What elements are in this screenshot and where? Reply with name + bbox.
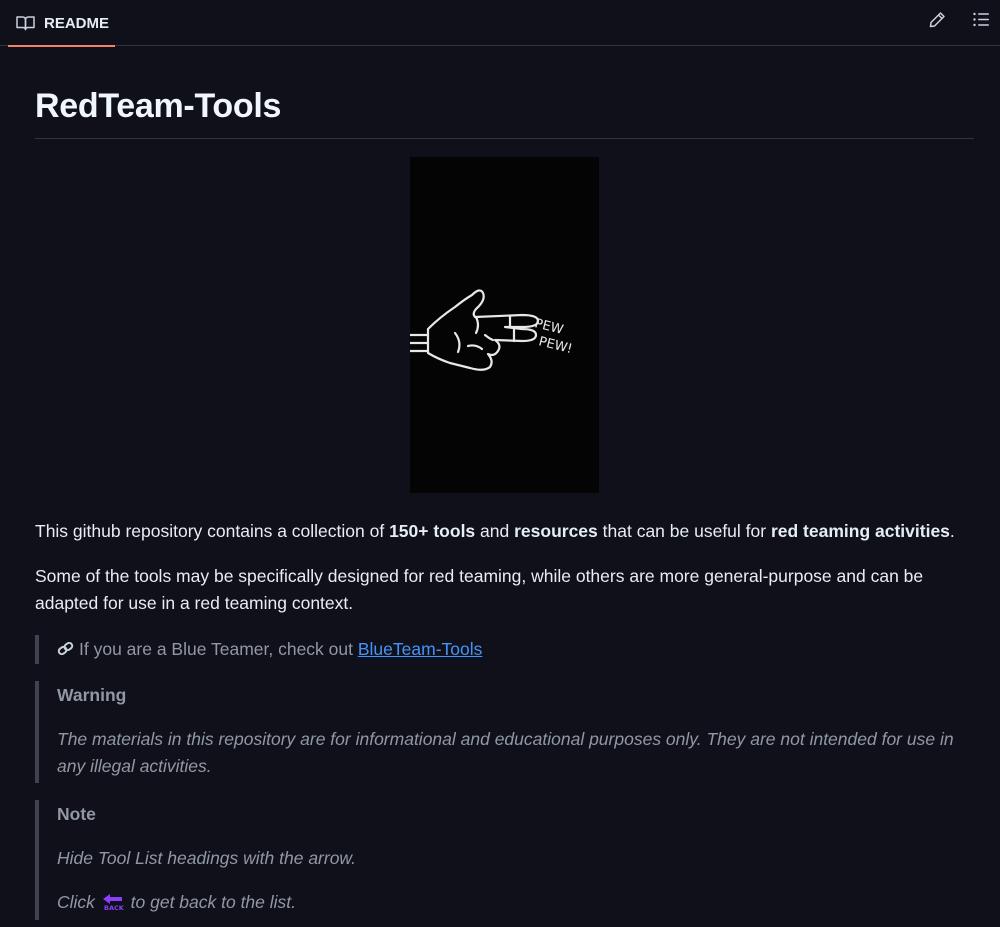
hero-pew-1: PEW [533,316,565,338]
page-title: RedTeam-Tools [35,86,974,139]
hero-pew-2: PEW! [537,334,574,357]
link-icon [57,636,79,663]
warning-quote: Warning The materials in this repository… [35,681,974,783]
intro-paragraph: This github repository contains a collec… [35,518,974,545]
warning-body: The materials in this repository are for… [57,729,954,776]
note-line-1: Hide Tool List headings with the arrow. [57,848,356,868]
intro-bold-tools: 150+ tools [389,521,476,541]
tab-label: README [44,14,110,32]
blue-teamer-text: If you are a Blue Teamer, check out [79,639,358,659]
blueteam-tools-link[interactable]: BlueTeam-Tools [358,639,483,659]
intro-text-1: This github repository contains a collec… [35,521,390,541]
note-quote: Note Hide Tool List headings with the ar… [35,800,974,920]
book-icon [16,16,35,31]
blue-teamer-quote: If you are a Blue Teamer, check out Blue… [35,635,974,664]
warning-title: Warning [57,685,127,705]
hero-image: PEW PEW! [410,157,599,493]
intro-text-4: . [949,521,955,541]
note-click-text: Click [57,892,100,912]
readme-header: README [0,0,1000,47]
list-icon[interactable] [972,11,990,28]
note-line-2: Click BACK to get back to the list. [57,889,974,916]
svg-text:BACK: BACK [104,904,125,911]
tab-readme[interactable]: README [8,0,115,47]
pencil-icon[interactable] [929,11,946,28]
intro-text-3: that can be useful for [597,521,771,541]
intro-bold-activities: red teaming activities [770,521,950,541]
back-arrow-icon: BACK [100,892,126,912]
intro-bold-resources: resources [514,521,598,541]
readme-body: RedTeam-Tools PEW PEW! This github repos… [35,46,974,920]
note-title: Note [57,804,96,824]
intro-text-2: and [475,521,515,541]
purpose-paragraph: Some of the tools may be specifically de… [35,566,924,613]
note-back-text: to get back to the list. [125,892,297,912]
finger-gun-illustration: PEW PEW! [410,289,574,371]
